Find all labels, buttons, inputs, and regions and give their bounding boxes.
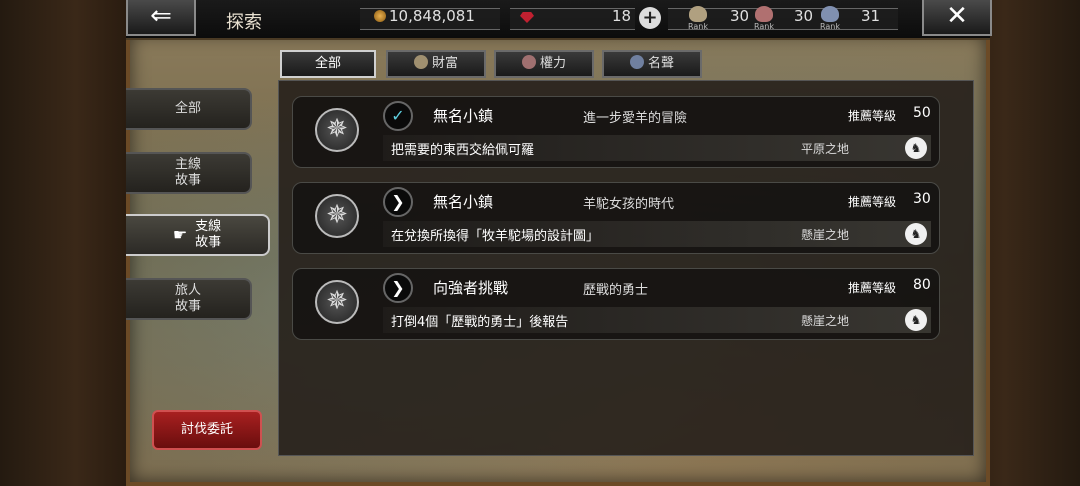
- compass-icon: ✵: [315, 280, 359, 324]
- quest-subtitle: 進一步愛羊的冒險: [583, 111, 688, 126]
- power-icon: [521, 55, 536, 69]
- fame-rank-icon: Rank: [816, 6, 844, 32]
- compass-icon: ✵: [315, 108, 359, 152]
- quest-description: 把需要的東西交給佩可羅: [391, 143, 535, 158]
- wealth-rank-value: 30: [730, 7, 750, 25]
- region-icon: ♞: [905, 309, 927, 331]
- quest-region: 懸崖之地: [801, 228, 850, 242]
- wealth-icon: [413, 55, 428, 69]
- tab-power[interactable]: 權力: [494, 50, 594, 78]
- quest-description: 在兌換所換得「牧羊駝場的設計圖」: [391, 229, 600, 244]
- recommended-level: 50: [913, 105, 931, 121]
- power-rank-icon: Rank: [750, 6, 778, 32]
- quest-subtitle: 羊駝女孩的時代: [583, 197, 675, 212]
- recommended-level: 80: [913, 277, 931, 293]
- page-title: 探索: [226, 12, 262, 33]
- close-button[interactable]: ✕: [922, 0, 992, 36]
- subjugation-request-button[interactable]: 討伐委託: [152, 410, 262, 450]
- chevron-right-icon: ❯: [383, 187, 413, 217]
- gem-value: 18: [612, 7, 632, 25]
- quest-card[interactable]: ✵ ✓ 無名小鎮 進一步愛羊的冒險 推薦等級 50 把需要的東西交給佩可羅 平原…: [292, 96, 940, 168]
- wealth-rank-icon: Rank: [684, 6, 712, 32]
- quest-region: 平原之地: [801, 142, 850, 156]
- tab-all[interactable]: 全部: [280, 50, 376, 78]
- sidebar-item-main-story[interactable]: 主線 故事: [126, 152, 252, 194]
- sidebar-item-all[interactable]: 全部: [126, 88, 252, 130]
- quest-description: 打倒4個「歷戰的勇士」後報告: [391, 315, 569, 330]
- region-icon: ♞: [905, 223, 927, 245]
- quest-card[interactable]: ✵ ❯ 無名小鎮 羊駝女孩的時代 推薦等級 30 在兌換所換得「牧羊駝場的設計圖…: [292, 182, 940, 254]
- chevron-right-icon: ❯: [383, 273, 413, 303]
- gold-coin-icon: [374, 10, 386, 22]
- recommended-level: 30: [913, 191, 931, 207]
- compass-icon: ✵: [315, 194, 359, 238]
- add-gems-button[interactable]: +: [639, 7, 661, 29]
- quest-name: 無名小鎮: [433, 193, 494, 211]
- tab-fame[interactable]: 名聲: [602, 50, 702, 78]
- quest-card[interactable]: ✵ ❯ 向強者挑戰 歷戰的勇士 推薦等級 80 打倒4個「歷戰的勇士」後報告 懸…: [292, 268, 940, 340]
- quest-name: 向強者挑戰: [433, 279, 509, 297]
- back-button[interactable]: ⇐: [126, 0, 196, 36]
- left-frame: [0, 0, 126, 486]
- gold-value: 10,848,081: [389, 7, 475, 25]
- level-label: 推薦等級: [848, 281, 897, 295]
- sidebar-item-traveler-story[interactable]: 旅人 故事: [126, 278, 252, 320]
- quest-name: 無名小鎮: [433, 107, 494, 125]
- fame-icon: [629, 55, 644, 69]
- fame-rank-value: 31: [861, 7, 881, 25]
- quest-subtitle: 歷戰的勇士: [583, 283, 649, 298]
- level-label: 推薦等級: [848, 109, 897, 123]
- power-rank-value: 30: [794, 7, 814, 25]
- pointing-hand-icon: ☛: [172, 225, 188, 244]
- tab-wealth[interactable]: 財富: [386, 50, 486, 78]
- check-icon: ✓: [383, 101, 413, 131]
- sidebar-item-side-story[interactable]: ☛ 支線 故事: [126, 214, 270, 256]
- region-icon: ♞: [905, 137, 927, 159]
- level-label: 推薦等級: [848, 195, 897, 209]
- quest-region: 懸崖之地: [801, 314, 850, 328]
- gold-counter: 10,848,081: [374, 7, 475, 29]
